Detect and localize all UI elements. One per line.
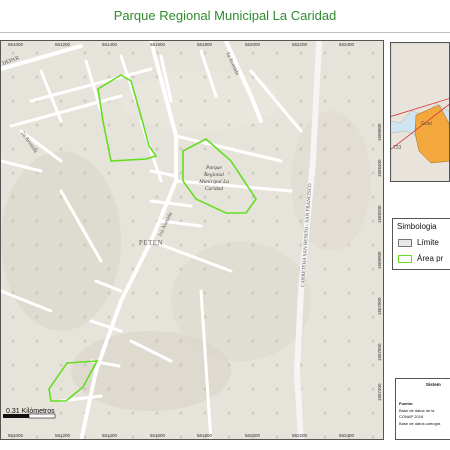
right-tick: 1668600 [377,123,382,141]
right-tick: 1667400 [377,383,382,401]
inset-label-guat: Guat [421,121,432,127]
map-canvas: Parque Regional Municipal La Caridad PET… [1,41,383,439]
bottom-tick: 561800 [197,433,213,438]
legend-swatch-protected [398,255,412,263]
right-tick: 1668000 [377,251,382,269]
inset-map: Guat 723 [390,42,450,182]
map-title: Parque Regional Municipal La Caridad [113,8,337,23]
legend-swatch-limit [398,239,412,247]
grid-crosses [1,41,383,439]
bottom-tick: 561000 [8,433,24,438]
title-bar: Parque Regional Municipal La Caridad [0,0,450,33]
bottom-tick: 561400 [102,433,118,438]
source-box: Sistem Fuente: Base de datos de la CONAP… [395,378,450,440]
source-line: Fuente: [399,401,414,406]
right-tick: 1667800 [377,297,382,315]
source-line: Base de datos de la [399,408,435,413]
right-tick: 1668400 [377,159,382,177]
top-tick: 561400 [102,42,118,47]
legend-title: Simbologia [397,222,437,231]
park-label-line-3: Caridad [205,186,224,192]
source-line: Base de datos cartogra [399,421,441,426]
bottom-tick: 561200 [55,433,71,438]
place-label-peten: PETEN [139,239,163,247]
main-map[interactable]: Parque Regional Municipal La Caridad PET… [0,40,384,440]
right-tick: 1667600 [377,343,382,361]
top-tick: 561800 [197,42,213,47]
top-tick: 561200 [55,42,71,47]
inset-label-723: 723 [393,145,402,151]
bottom-tick: 562200 [292,433,308,438]
top-tick: 562200 [292,42,308,47]
park-label-line-1: Regional [203,172,224,178]
top-tick: 561000 [8,42,24,47]
bottom-tick: 561600 [150,433,166,438]
bottom-tick: 562400 [339,433,355,438]
park-label-line-2: Municipal La [198,179,229,185]
source-heading: Sistem [426,382,441,387]
source-line: CONAP 2016 [399,414,424,419]
top-tick: 561600 [150,42,166,47]
legend-label-protected: Área pr [417,254,444,263]
bottom-tick: 562000 [245,433,261,438]
park-label-line-0: Parque [205,165,223,171]
right-tick: 1668200 [377,205,382,223]
top-tick: 562000 [245,42,261,47]
top-tick: 562400 [339,42,355,47]
legend-label-limit: Límite [417,238,439,247]
legend: Simbologia Límite Área pr [392,218,450,270]
inset-canvas [391,43,449,181]
scale-label: 0.31 Kilómetros [6,408,55,415]
